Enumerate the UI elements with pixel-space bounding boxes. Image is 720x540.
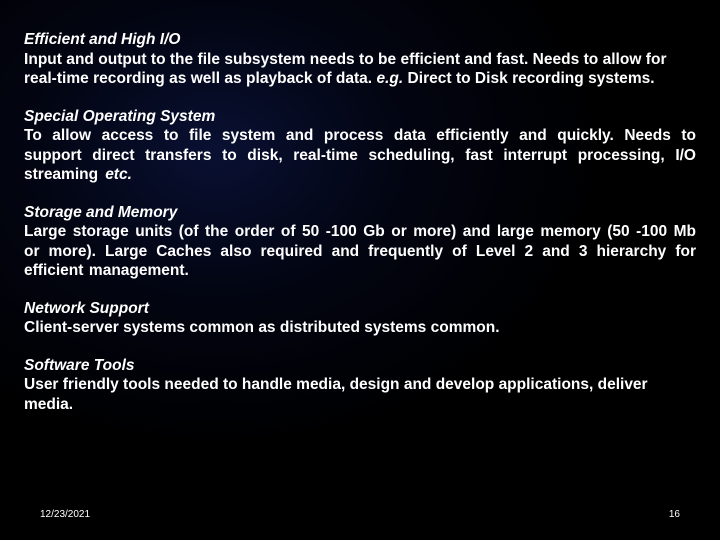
body-text-pre: Large storage units (of the order of 50 … [24, 223, 696, 279]
section-body: User friendly tools needed to handle med… [24, 375, 696, 414]
section-body: Input and output to the file subsystem n… [24, 50, 696, 89]
section-network-support: Network Support Client-server systems co… [24, 299, 696, 338]
body-text-pre: Client-server systems common as distribu… [24, 319, 500, 336]
section-efficient-io: Efficient and High I/O Input and output … [24, 30, 696, 89]
body-text-pre: User friendly tools needed to handle med… [24, 376, 648, 413]
section-title: Network Support [24, 299, 696, 319]
body-text-post: Direct to Disk recording systems. [403, 70, 654, 87]
section-title: Software Tools [24, 356, 696, 376]
section-body: To allow access to file system and proce… [24, 126, 696, 185]
section-title: Storage and Memory [24, 203, 696, 223]
body-text-em: etc. [105, 166, 132, 183]
section-title: Special Operating System [24, 107, 696, 127]
section-title: Efficient and High I/O [24, 30, 696, 50]
section-special-os: Special Operating System To allow access… [24, 107, 696, 185]
footer: 12/23/2021 16 [0, 509, 720, 520]
slide: Efficient and High I/O Input and output … [0, 0, 720, 540]
body-text-em: e.g. [376, 70, 403, 87]
section-software-tools: Software Tools User friendly tools neede… [24, 356, 696, 415]
section-body: Large storage units (of the order of 50 … [24, 222, 696, 281]
footer-page-number: 16 [669, 509, 680, 520]
section-storage-memory: Storage and Memory Large storage units (… [24, 203, 696, 281]
footer-date: 12/23/2021 [40, 509, 90, 520]
section-body: Client-server systems common as distribu… [24, 318, 696, 338]
